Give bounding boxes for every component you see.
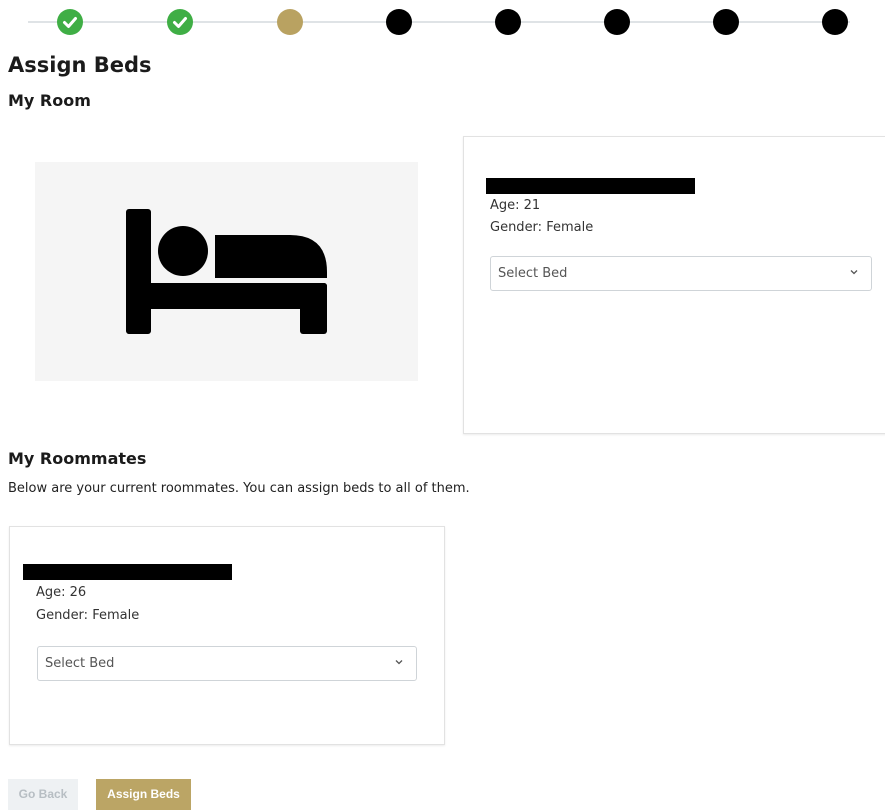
assign-beds-label: Assign Beds xyxy=(107,787,180,801)
step-5 xyxy=(495,9,521,35)
chevron-down-icon xyxy=(850,270,858,275)
chevron-down-icon xyxy=(395,660,403,665)
gender-text: Gender: Female xyxy=(490,220,594,235)
room-image xyxy=(35,162,418,381)
bed-select-value: Select Bed xyxy=(498,266,568,281)
step-1-complete xyxy=(57,9,83,35)
gender-text: Gender: Female xyxy=(36,608,140,623)
step-4 xyxy=(386,9,412,35)
age-text: Age: 26 xyxy=(36,585,87,600)
step-6 xyxy=(604,9,630,35)
assign-beds-button[interactable]: Assign Beds xyxy=(96,779,191,810)
roommate-card: Age: 26 Gender: Female Select Bed xyxy=(9,526,445,745)
roommates-description: Below are your current roommates. You ca… xyxy=(8,481,470,496)
page-title: Assign Beds xyxy=(8,53,152,77)
progress-stepper xyxy=(0,0,885,44)
go-back-button[interactable]: Go Back xyxy=(8,779,78,810)
step-7 xyxy=(713,9,739,35)
redacted-name xyxy=(486,178,695,194)
bed-select-value: Select Bed xyxy=(45,656,115,671)
go-back-label: Go Back xyxy=(18,787,68,801)
my-room-heading: My Room xyxy=(8,91,91,110)
bed-icon xyxy=(126,209,327,334)
step-3-current xyxy=(277,9,303,35)
step-8 xyxy=(822,9,848,35)
roommate-bed-select[interactable]: Select Bed xyxy=(37,646,417,681)
redacted-name xyxy=(23,564,232,580)
roommates-heading: My Roommates xyxy=(8,449,147,468)
check-icon xyxy=(63,17,77,28)
check-icon xyxy=(173,17,187,28)
age-text: Age: 21 xyxy=(490,198,541,213)
my-bed-card: Age: 21 Gender: Female Select Bed xyxy=(463,136,885,434)
bed-select[interactable]: Select Bed xyxy=(490,256,872,291)
step-2-complete xyxy=(167,9,193,35)
